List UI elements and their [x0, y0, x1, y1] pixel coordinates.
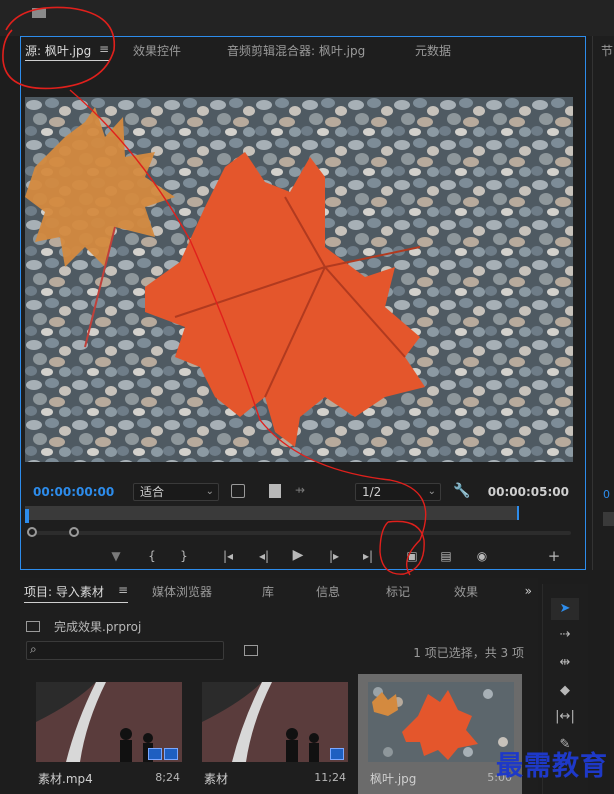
mark-out-icon[interactable]: } — [175, 549, 193, 563]
drag-video-icon[interactable] — [269, 484, 281, 498]
folder-icon — [26, 621, 40, 632]
tab-effect-controls[interactable]: 效果控件 — [133, 42, 181, 59]
ripple-edit-icon[interactable]: ⇹ — [551, 652, 579, 674]
source-tabs: 源: 枫叶.jpg ≡ 效果控件 音频剪辑混合器: 枫叶.jpg 元数据 — [21, 37, 585, 63]
watermark: 最需教育 — [496, 751, 608, 782]
go-to-in-icon[interactable]: |◂ — [219, 549, 237, 563]
panel-menu-icon[interactable]: ≡ — [99, 42, 109, 56]
item-name: 素材 — [204, 772, 229, 786]
search-input[interactable]: ⌕ — [26, 641, 224, 660]
resolution-select[interactable]: 1/2 ⌄ — [355, 483, 441, 501]
fit-select[interactable]: 适合 ⌄ — [133, 483, 219, 501]
audio-badge-icon — [164, 748, 178, 760]
source-monitor-panel: 源: 枫叶.jpg ≡ 效果控件 音频剪辑混合器: 枫叶.jpg 元数据 00:… — [20, 36, 586, 570]
find-icon[interactable] — [244, 645, 258, 656]
selection-info: 1 项已选择，共 3 项 — [413, 646, 524, 660]
current-timecode[interactable]: 00:00:00:00 — [33, 485, 114, 499]
slip-icon[interactable]: |↔| — [551, 706, 579, 728]
video-badge-icon — [148, 748, 162, 760]
panel-grip-icon[interactable] — [32, 8, 46, 18]
transport-controls: ▼ { } |◂ ◂| ▶ |▸ ▸| ▣ ▤ ◉ + — [21, 547, 585, 567]
tab-source[interactable]: 源: 枫叶.jpg — [25, 42, 91, 59]
play-icon[interactable]: ▶ — [289, 547, 307, 563]
project-panel: 项目: 导入素材 ≡ 媒体浏览器 库 信息 标记 效果 » 完成效果.prpro… — [20, 578, 538, 794]
selection-tool-icon[interactable]: ➤ — [551, 598, 579, 620]
add-button-icon[interactable]: + — [545, 547, 563, 565]
program-tab-label[interactable]: 节 — [601, 42, 613, 59]
active-tab-underline — [25, 60, 109, 61]
item-duration: 11;24 — [314, 771, 346, 784]
playhead[interactable] — [25, 509, 29, 523]
razor-icon[interactable]: ◆ — [551, 680, 579, 702]
tab-metadata[interactable]: 元数据 — [415, 42, 451, 59]
road-shadows-thumbnail — [202, 682, 348, 762]
workspace-top-strip — [0, 0, 614, 36]
track-select-icon[interactable]: ⇢ — [551, 624, 579, 646]
overflow-chevron-icon[interactable]: » — [525, 584, 532, 598]
tab-media-browser[interactable]: 媒体浏览器 — [152, 583, 212, 600]
item-duration: 8;24 — [155, 771, 180, 784]
duration-timecode: 00:00:05:00 — [487, 485, 569, 499]
source-time-ruler[interactable] — [25, 506, 519, 520]
source-preview-image[interactable] — [25, 97, 573, 462]
marker-icon[interactable]: ▼ — [107, 549, 125, 563]
project-item[interactable]: 素材 11;24 — [192, 674, 356, 794]
tab-info[interactable]: 信息 — [316, 583, 340, 600]
project-file-name: 完成效果.prproj — [54, 620, 142, 634]
source-controls-row: 00:00:00:00 适合 ⌄ ⇸ 1/2 ⌄ 🔧 00:00:05:00 — [21, 483, 585, 503]
maple-leaf-photo — [25, 97, 573, 462]
fit-select-value: 适合 — [140, 485, 165, 499]
panel-menu-icon[interactable]: ≡ — [118, 583, 128, 597]
out-point-marker — [517, 506, 519, 520]
program-timecode: 0 — [603, 488, 610, 501]
overwrite-icon[interactable]: ▤ — [437, 549, 455, 563]
project-tabs: 项目: 导入素材 ≡ 媒体浏览器 库 信息 标记 效果 » — [20, 578, 538, 606]
step-forward-icon[interactable]: |▸ — [325, 549, 343, 563]
tab-libraries[interactable]: 库 — [262, 583, 274, 600]
tab-markers[interactable]: 标记 — [386, 583, 410, 600]
tab-project[interactable]: 项目: 导入素材 — [24, 583, 104, 600]
chevron-down-icon: ⌄ — [427, 486, 436, 497]
chevron-down-icon: ⌄ — [205, 486, 214, 497]
item-name: 素材.mp4 — [38, 772, 93, 786]
video-thumbnail — [202, 682, 348, 762]
mark-in-icon[interactable]: { — [143, 549, 161, 563]
resolution-select-value: 1/2 — [362, 485, 382, 499]
image-thumbnail — [368, 682, 514, 762]
tab-effects[interactable]: 效果 — [454, 583, 478, 600]
drag-audio-icon[interactable]: ⇸ — [291, 483, 309, 497]
step-back-icon[interactable]: ◂| — [255, 549, 273, 563]
sequence-badge-icon — [330, 748, 344, 760]
insert-icon[interactable]: ▣ — [403, 549, 421, 563]
tab-audio-clip-mixer[interactable]: 音频剪辑混合器: 枫叶.jpg — [227, 42, 365, 59]
go-to-out-icon[interactable]: ▸| — [359, 549, 377, 563]
item-name: 枫叶.jpg — [370, 772, 417, 786]
wrench-icon[interactable]: 🔧 — [453, 483, 470, 499]
export-frame-icon[interactable]: ◉ — [473, 549, 491, 563]
search-icon: ⌕ — [30, 642, 37, 656]
program-control[interactable] — [603, 512, 614, 526]
safe-margins-icon[interactable] — [231, 484, 245, 498]
maple-leaf-thumbnail — [368, 682, 514, 762]
zoom-scrollbar[interactable] — [27, 531, 571, 535]
active-tab-underline — [24, 602, 128, 603]
zoom-handle-right[interactable] — [69, 527, 79, 537]
project-item[interactable]: 素材.mp4 8;24 — [26, 674, 190, 794]
program-monitor-stub: 节 0 — [592, 36, 614, 570]
zoom-handle-left[interactable] — [27, 527, 37, 537]
